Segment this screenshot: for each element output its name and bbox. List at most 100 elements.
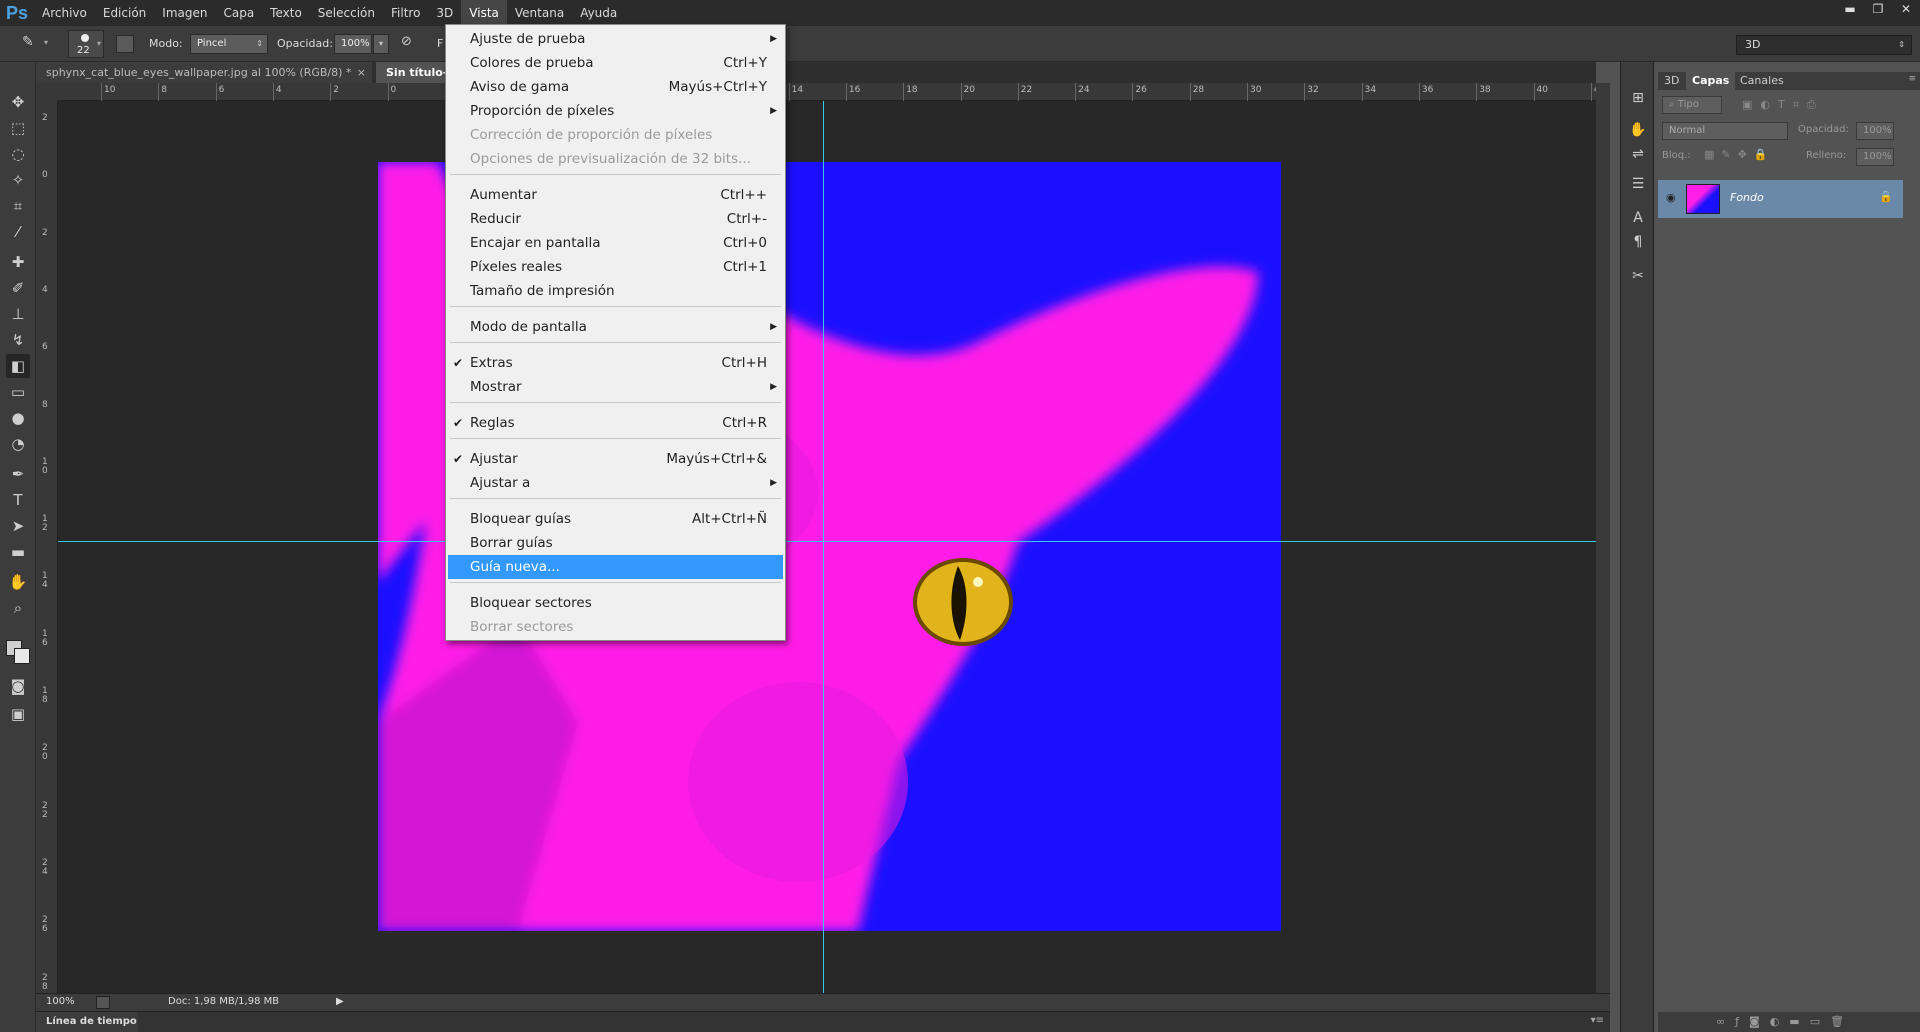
history-brush-tool-icon[interactable]: ↯	[6, 328, 30, 352]
tool-presets-icon[interactable]: ✂	[1628, 266, 1648, 286]
eye-icon[interactable]: ◉	[1666, 191, 1676, 204]
vista-menu-item[interactable]: Aumentar Ctrl++	[448, 183, 783, 207]
quick-mask-icon[interactable]: ◙	[6, 674, 30, 698]
zoom-tool-icon[interactable]: ⌕	[6, 596, 30, 620]
layer-row-fondo[interactable]: ◉ Fondo 🔒	[1658, 180, 1903, 218]
lock-icons[interactable]: ▦✎✥🔒	[1704, 148, 1775, 161]
vista-menu-item[interactable]: Encajar en pantalla Ctrl+0	[448, 231, 783, 255]
vista-menu-item[interactable]: ✔ Reglas Ctrl+R	[448, 411, 783, 435]
chevron-down-icon[interactable]: ▾	[44, 38, 48, 47]
vista-menu-item[interactable]: Ajuste de prueba ▶	[448, 27, 783, 51]
menu-ayuda[interactable]: Ayuda	[572, 0, 625, 26]
menu-archivo[interactable]: Archivo	[34, 0, 95, 26]
ruler-corner[interactable]	[36, 83, 58, 101]
brush-preset-picker[interactable]: 22 ▾	[68, 30, 104, 58]
vista-menu-item[interactable]: Mostrar ▶	[448, 375, 783, 399]
brush-presets-icon[interactable]: ✋	[1628, 120, 1648, 140]
tab-canales[interactable]: Canales	[1734, 72, 1790, 90]
timeline-tab[interactable]: Línea de tiempo	[36, 1012, 138, 1032]
opacity-input[interactable]: 100%	[334, 34, 372, 54]
rectangle-tool-icon[interactable]: ▬	[6, 540, 30, 564]
eraser-tool-icon[interactable]: ✎	[22, 34, 34, 50]
menu-vista[interactable]: Vista	[461, 0, 507, 26]
vista-menu-item[interactable]: Bloquear guías Alt+Ctrl+Ñ	[448, 507, 783, 531]
paragraph-icon[interactable]: ¶	[1628, 232, 1648, 252]
tab-sin-titulo[interactable]: Sin título-1	[376, 62, 456, 83]
close-tab-icon[interactable]: ×	[357, 62, 366, 83]
menu-capa[interactable]: Capa	[215, 0, 262, 26]
vista-menu-item[interactable]: Aviso de gama Mayús+Ctrl+Y	[448, 75, 783, 99]
vertical-scrollbar[interactable]	[1596, 83, 1610, 993]
move-tool-icon[interactable]: ✥	[6, 90, 30, 114]
type-tool-icon[interactable]: T	[6, 488, 30, 512]
vista-menu-item[interactable]: Colores de prueba Ctrl+Y	[448, 51, 783, 75]
menu-filtro[interactable]: Filtro	[383, 0, 428, 26]
export-icon[interactable]	[96, 996, 110, 1009]
panel-menu-icon[interactable]: ≡	[1908, 74, 1916, 84]
vista-menu-item[interactable]: Guía nueva...	[448, 555, 783, 579]
healing-brush-tool-icon[interactable]: ✚	[6, 250, 30, 274]
properties-icon[interactable]: ☰	[1628, 174, 1648, 194]
history-icon[interactable]: ⊞	[1628, 88, 1648, 108]
blend-mode-select[interactable]: Normal	[1662, 122, 1788, 140]
character-icon[interactable]: A	[1628, 208, 1648, 228]
path-selection-tool-icon[interactable]: ➤	[6, 514, 30, 538]
vista-menu-item[interactable]: Ajustar a ▶	[448, 471, 783, 495]
eyedropper-tool-icon[interactable]: ⁄	[6, 220, 30, 244]
tab-sphynx-document[interactable]: sphynx_cat_blue_eyes_wallpaper.jpg al 10…	[36, 62, 372, 83]
crop-tool-icon[interactable]: ⌗	[6, 194, 30, 218]
background-color-swatch[interactable]	[14, 648, 30, 664]
adjustments-icon[interactable]: ⇌	[1628, 144, 1648, 164]
quick-selection-tool-icon[interactable]: ✧	[6, 168, 30, 192]
fill-input[interactable]: 100%	[1856, 148, 1894, 166]
vista-menu-item[interactable]: ✔ Ajustar Mayús+Ctrl+&	[448, 447, 783, 471]
hand-tool-icon[interactable]: ✋	[6, 570, 30, 594]
workspace-select[interactable]: 3D ⇕	[1736, 35, 1912, 55]
play-icon[interactable]: ▶	[336, 996, 344, 1007]
restore-icon[interactable]: ❐	[1864, 0, 1892, 17]
layer-filter-icons[interactable]: ▣◐T⌗⎙	[1742, 98, 1824, 112]
vista-menu-item[interactable]: Tamaño de impresión	[448, 279, 783, 303]
canvas-area[interactable]	[58, 101, 1596, 993]
clone-stamp-tool-icon[interactable]: ⊥	[6, 302, 30, 326]
vista-menu-item[interactable]: Borrar guías	[448, 531, 783, 555]
screen-mode-icon[interactable]: ▣	[6, 702, 30, 726]
opacity-slider-toggle[interactable]: ▾	[373, 34, 389, 54]
menu-ventana[interactable]: Ventana	[507, 0, 572, 26]
minimize-icon[interactable]: ▬	[1836, 0, 1864, 17]
menu-seleccion[interactable]: Selección	[310, 0, 383, 26]
pressure-opacity-icon[interactable]: ⊘	[401, 34, 421, 54]
layer-opacity-input[interactable]: 100%	[1856, 122, 1894, 140]
brush-panel-toggle-icon[interactable]	[116, 35, 134, 53]
vista-menu-item[interactable]: Píxeles reales Ctrl+1	[448, 255, 783, 279]
panel-menu-icon[interactable]: ▾≡	[1591, 1015, 1604, 1026]
layer-actions-icons[interactable]: ∞ƒ◙◐▬▭🗑	[1716, 1015, 1854, 1028]
horizontal-guide[interactable]	[58, 541, 1596, 542]
vertical-guide[interactable]	[823, 101, 824, 993]
vista-menu-item[interactable]: Bloquear sectores	[448, 591, 783, 615]
menu-texto[interactable]: Texto	[262, 0, 310, 26]
vista-menu-item[interactable]: Modo de pantalla ▶	[448, 315, 783, 339]
lasso-tool-icon[interactable]: ◌	[6, 142, 30, 166]
dodge-tool-icon[interactable]: ◔	[6, 432, 30, 456]
eraser-tool-icon[interactable]: ◧	[6, 354, 30, 378]
brush-tool-icon[interactable]: ✐	[6, 276, 30, 300]
gradient-tool-icon[interactable]: ▭	[6, 380, 30, 404]
mode-select[interactable]: Pincel ⇕	[190, 34, 268, 54]
layer-name[interactable]: Fondo	[1730, 191, 1764, 204]
zoom-level[interactable]: 100%	[46, 996, 75, 1007]
horizontal-ruler[interactable]: 1086420246810121416182022242628303234363…	[58, 83, 1605, 101]
vista-menu-item[interactable]: Reducir Ctrl+-	[448, 207, 783, 231]
menu-edicion[interactable]: Edición	[95, 0, 154, 26]
menu-imagen[interactable]: Imagen	[154, 0, 215, 26]
blur-tool-icon[interactable]: ●	[6, 406, 30, 430]
vista-menu-item[interactable]: ✔ Extras Ctrl+H	[448, 351, 783, 375]
vertical-ruler[interactable]: 2 0 2 4 6 8 10 12 14 16 18 20 22 24 26 28	[36, 101, 58, 993]
tab-3d[interactable]: 3D	[1658, 72, 1685, 90]
close-icon[interactable]: ✕	[1892, 0, 1920, 17]
marquee-tool-icon[interactable]: ⬚	[6, 116, 30, 140]
tab-capas[interactable]: Capas	[1686, 72, 1736, 90]
layer-filter-select[interactable]: ⌕ Tipo	[1662, 96, 1722, 114]
vista-menu-item[interactable]: Proporción de píxeles ▶	[448, 99, 783, 123]
pen-tool-icon[interactable]: ✒	[6, 462, 30, 486]
